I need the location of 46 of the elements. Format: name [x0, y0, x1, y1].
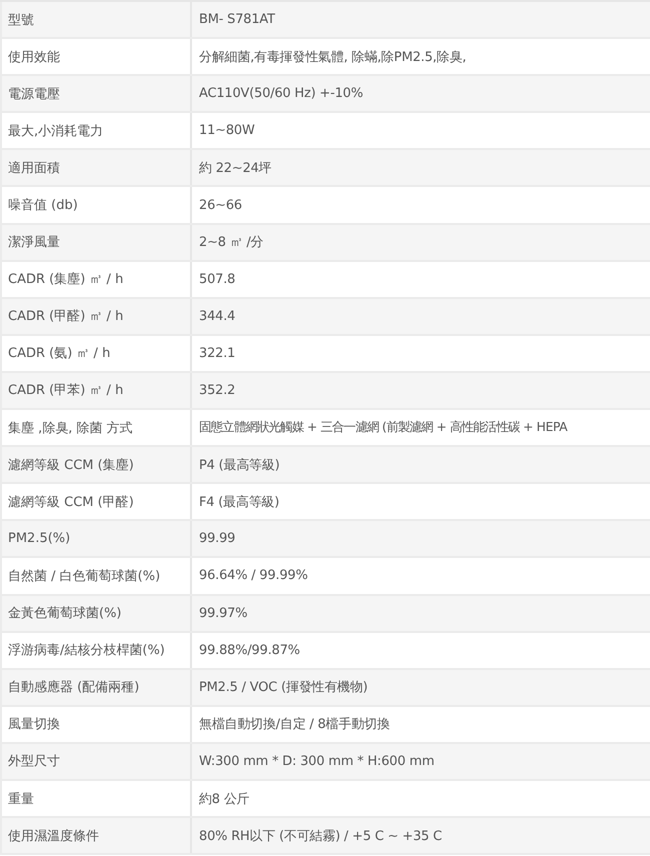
- spec-value: 無檔自動切換/自定 / 8檔手動切換: [198, 716, 391, 734]
- spec-value: 約 22~24坪: [198, 160, 273, 178]
- spec-value: 344.4: [198, 308, 236, 326]
- spec-value: 96.64% / 99.99%: [198, 567, 309, 586]
- spec-value: F4 (最高等級): [198, 494, 280, 512]
- spec-value: PM2.5 / VOC (揮發性有機物): [198, 679, 369, 698]
- spec-label: 型號: [2, 2, 192, 38]
- spec-value: 約8 公斤: [198, 790, 250, 809]
- spec-value: P4 (最高等級): [198, 456, 281, 475]
- spec-label: 外型尺寸: [2, 744, 192, 779]
- spec-label: 風量切換: [2, 706, 192, 742]
- spec-value: BM- S781AT: [198, 11, 276, 30]
- spec-label: 電源電壓: [2, 76, 192, 112]
- spec-value: 99.88%/99.87%: [198, 642, 301, 660]
- spec-label: 自動感應器 (配備兩種): [2, 670, 192, 705]
- spec-value: 507.8: [198, 270, 236, 289]
- spec-value: 99.97%: [198, 604, 248, 623]
- spec-label: CADR (氨) ㎥ / h: [2, 336, 192, 371]
- spec-label: 使用濕溫度條件: [2, 818, 192, 854]
- spec-label: 濾網等級 CCM (集塵): [2, 447, 192, 482]
- spec-value: 322.1: [198, 344, 236, 363]
- spec-label: CADR (集塵) ㎥ / h: [2, 262, 192, 297]
- spec-label: 金黃色葡萄球菌(%): [2, 596, 192, 631]
- spec-label: 濾網等級 CCM (甲醛): [2, 484, 192, 520]
- spec-label: CADR (甲醛) ㎥ / h: [2, 298, 192, 334]
- spec-label: CADR (甲苯) ㎥ / h: [2, 372, 192, 408]
- spec-label: 自然菌 / 白色葡萄球菌(%): [2, 558, 192, 594]
- spec-label: 集塵 ,除臭, 除菌 方式: [2, 410, 192, 446]
- spec-value: 固態立體網狀光觸媒 + 三合一濾網 (前製濾網 + 高性能活性碳 + HEPA: [198, 418, 568, 436]
- spec-value: 26~66: [198, 196, 243, 215]
- spec-label: 重量: [2, 780, 192, 816]
- spec-label: PM2.5(%): [2, 521, 192, 556]
- spec-value: 80% RH以下 (不可結霧) / +5 C ~ +35 C: [198, 828, 443, 846]
- spec-label: 適用面積: [2, 150, 192, 186]
- spec-value: 分解細菌,有毒揮發性氣體, 除蟎,除PM2.5,除臭,: [198, 48, 468, 67]
- spec-label: 浮游病毒/結核分枝桿菌(%): [2, 632, 192, 668]
- spec-label: 潔淨風量: [2, 224, 192, 260]
- spec-value: 2~8 ㎥ /分: [198, 234, 264, 252]
- spec-value: W:300 mm * D: 300 mm * H:600 mm: [198, 752, 436, 771]
- spec-label: 使用效能: [2, 39, 192, 74]
- spec-label: 噪音值 (db): [2, 187, 192, 223]
- spec-value: 99.99: [198, 530, 236, 548]
- spec-label: 最大,小消耗電力: [2, 113, 192, 148]
- spec-value: 352.2: [198, 382, 236, 400]
- spec-value: 11~80W: [198, 122, 256, 140]
- spec-value: AC110V(50/60 Hz) +-10%: [198, 85, 364, 104]
